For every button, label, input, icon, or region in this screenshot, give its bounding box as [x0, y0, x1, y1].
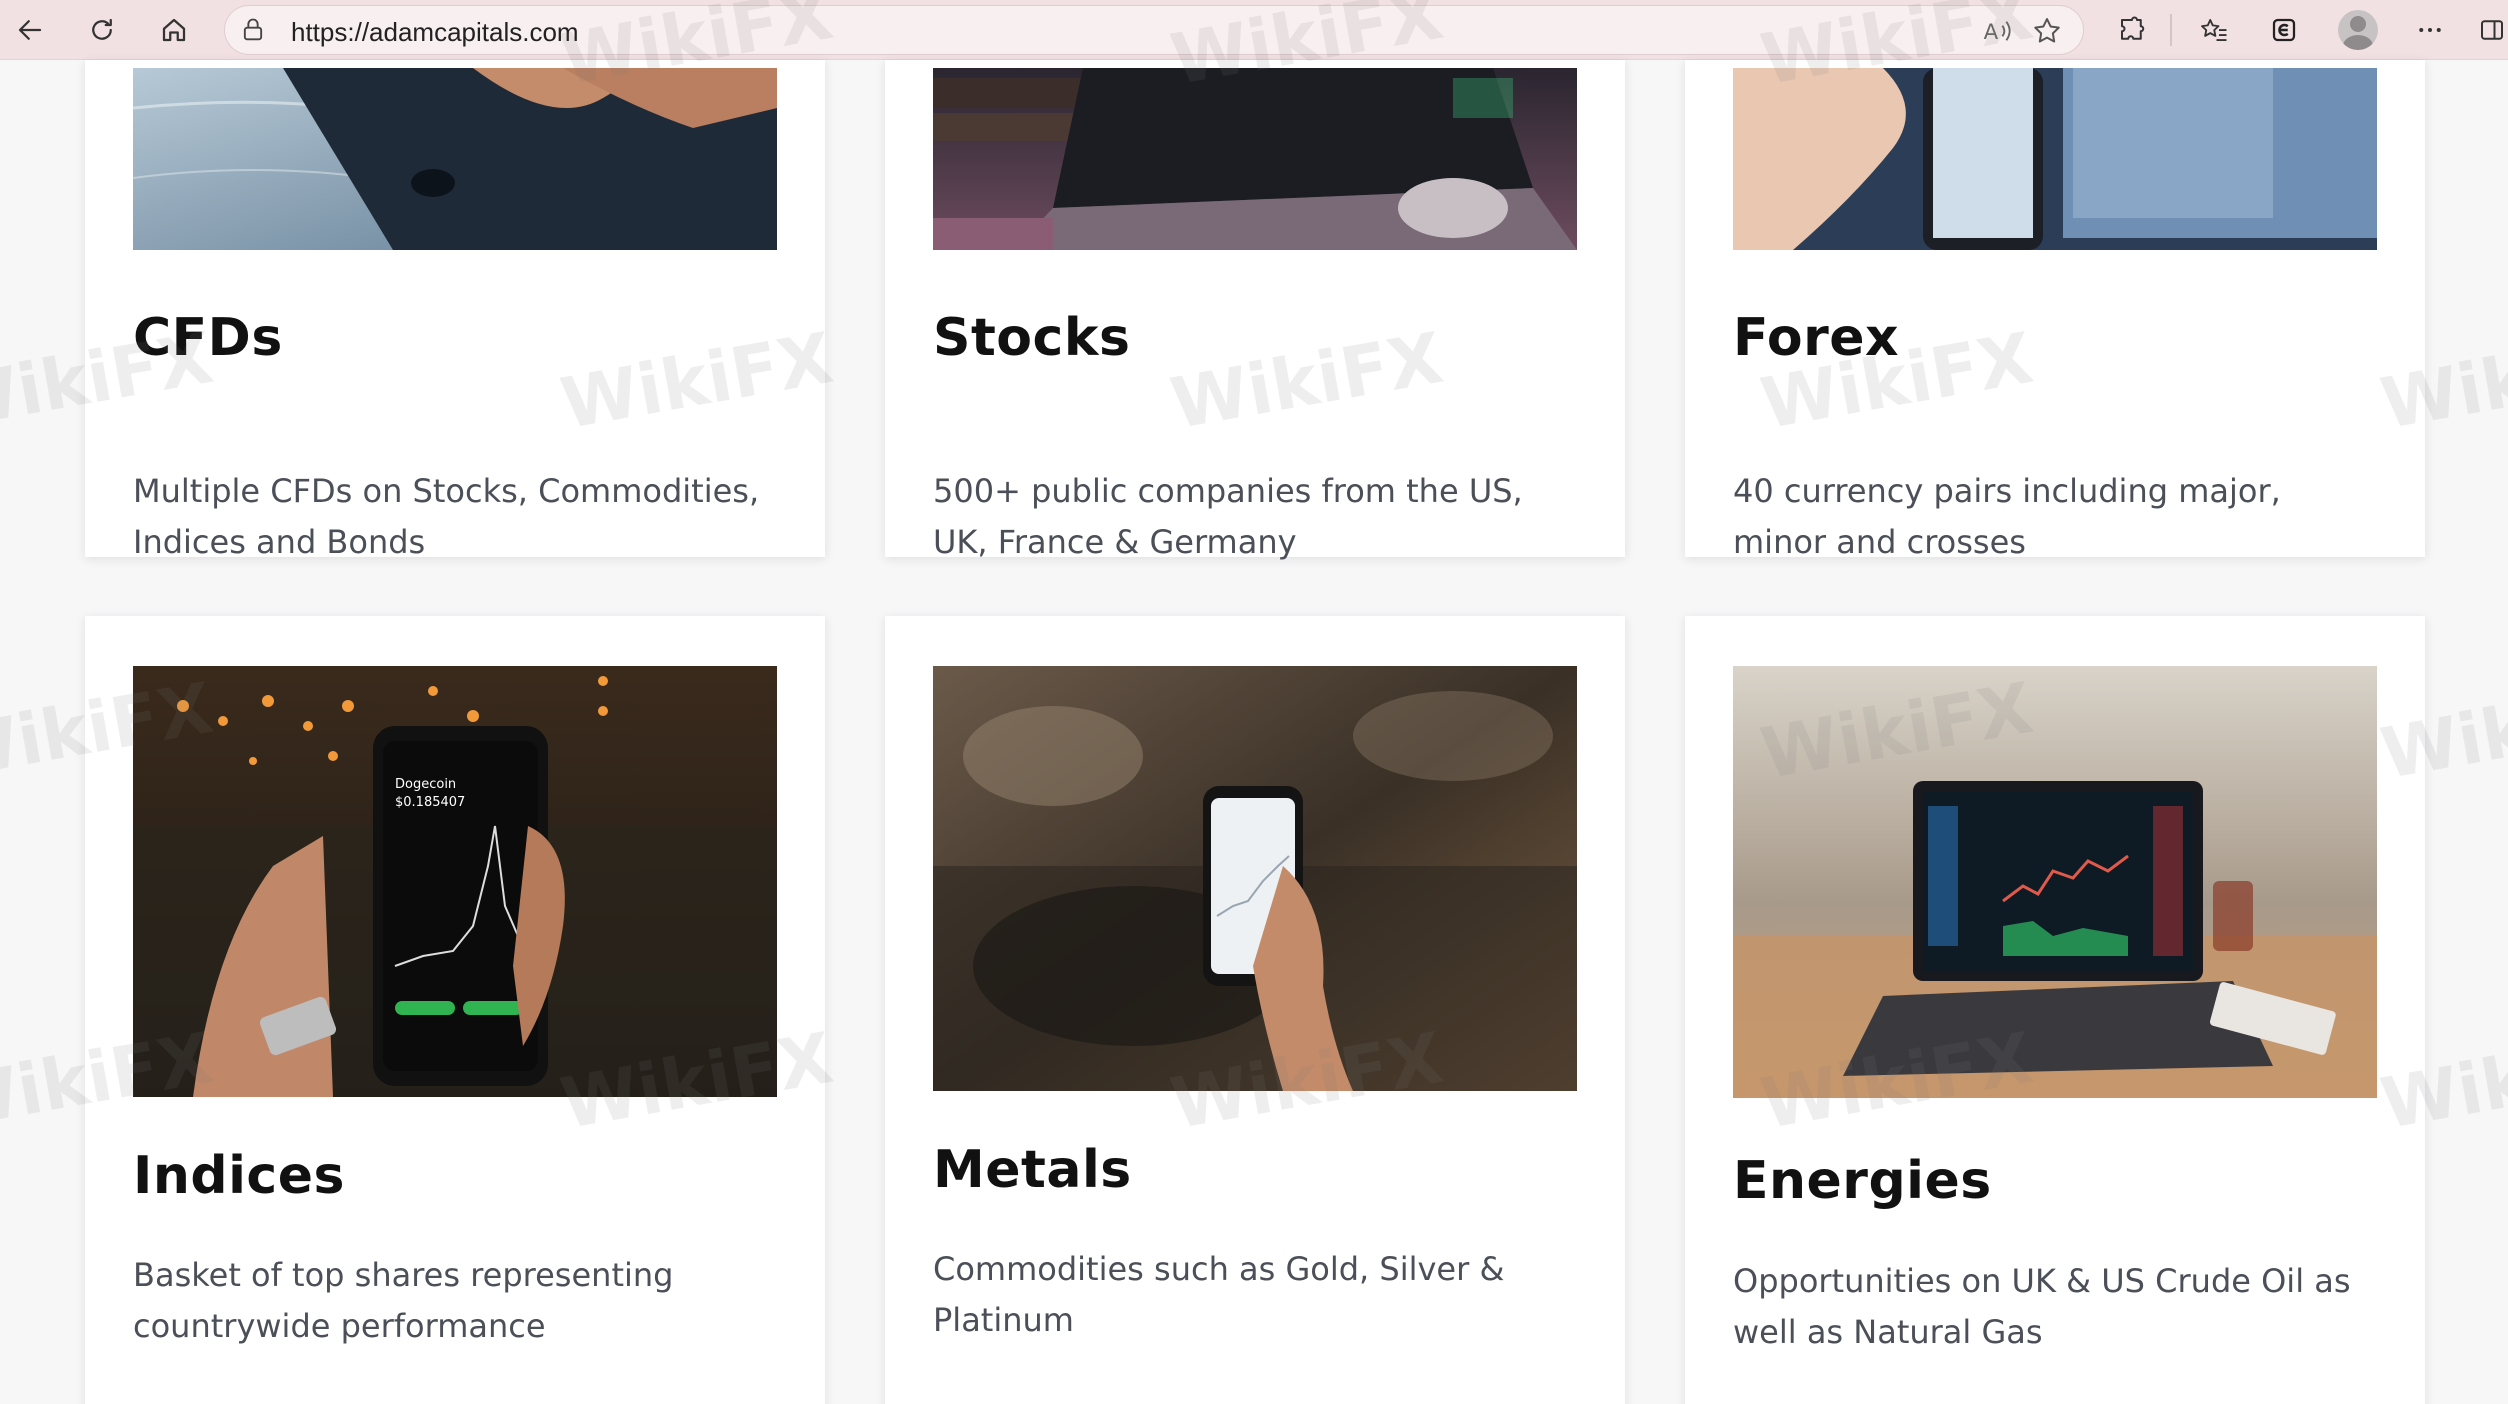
dogecoin-price: $0.185407 [395, 795, 465, 810]
card-image: Dogecoin $0.185407 [133, 666, 777, 1097]
puzzle-icon [2121, 16, 2145, 40]
back-button[interactable] [8, 8, 52, 52]
product-card-cfds[interactable]: CFDs Multiple CFDs on Stocks, Commoditie… [85, 60, 825, 561]
card-image [133, 68, 777, 250]
hand-holding-phone-cafe-photo [933, 666, 1577, 1091]
home-icon [162, 18, 186, 42]
collections-button[interactable] [2262, 8, 2306, 52]
card-description: Commodities such as Gold, Silver & Plati… [933, 1250, 1505, 1339]
card-description: Basket of top shares representing countr… [133, 1256, 674, 1345]
card-image [1733, 666, 2377, 1098]
card-description: 40 currency pairs including major, minor… [1733, 472, 2281, 561]
card-title: Stocks [933, 308, 1131, 368]
arrow-left-icon [18, 20, 42, 40]
collections-icon [2272, 18, 2296, 42]
product-card-metals[interactable]: Metals Commodities such as Gold, Silver … [885, 616, 1625, 1404]
svg-text:A: A [1984, 20, 1999, 45]
product-card-stocks[interactable]: Stocks 500+ public companies from the US… [885, 60, 1625, 561]
browser-toolbar: https://adamcapitals.com A [0, 0, 2508, 60]
favorites-button[interactable] [2192, 8, 2236, 52]
card-image [933, 666, 1577, 1091]
extensions-button[interactable] [2110, 8, 2154, 52]
address-bar[interactable]: https://adamcapitals.com A [224, 5, 2084, 55]
lock-icon[interactable] [239, 16, 267, 44]
card-title: Energies [1733, 1151, 1992, 1211]
url-text: https://adamcapitals.com [291, 17, 579, 47]
card-description: Opportunities on UK & US Crude Oil as we… [1733, 1262, 2351, 1351]
card-title: Metals [933, 1140, 1132, 1200]
refresh-icon [92, 18, 112, 40]
profile-avatar[interactable] [2338, 10, 2378, 50]
card-image [1733, 68, 2377, 250]
sidebar-icon [2481, 20, 2503, 40]
card-description: 500+ public companies from the US, UK, F… [933, 472, 1523, 561]
card-title: Forex [1733, 308, 1900, 368]
favorite-star-icon[interactable] [2031, 15, 2063, 47]
card-title: CFDs [133, 308, 283, 368]
toolbar-divider [2170, 14, 2172, 46]
card-description: Multiple CFDs on Stocks, Commodities, In… [133, 472, 760, 561]
dogecoin-label: Dogecoin [395, 777, 456, 792]
read-aloud-icon[interactable]: A [1981, 15, 2013, 47]
product-card-energies[interactable]: Energies Opportunities on UK & US Crude … [1685, 616, 2425, 1404]
refresh-button[interactable] [80, 8, 124, 52]
favorites-list-icon [2201, 19, 2227, 41]
phone-trading-screens-photo [1733, 68, 2377, 250]
product-card-indices[interactable]: Dogecoin $0.185407 Indices Basket of top… [85, 616, 825, 1404]
hand-holding-phone-dogecoin-photo: Dogecoin $0.185407 [133, 666, 777, 1097]
laptop-trading-chart-photo [1733, 666, 2377, 1098]
card-image [933, 68, 1577, 250]
card-title: Indices [133, 1146, 345, 1206]
more-menu-button[interactable] [2408, 8, 2452, 52]
home-button[interactable] [152, 8, 196, 52]
product-card-forex[interactable]: Forex 40 currency pairs including major,… [1685, 60, 2425, 561]
laptop-and-books-photo [933, 68, 1577, 250]
sidebar-toggle-button[interactable] [2470, 8, 2508, 52]
ellipsis-icon [2419, 28, 2441, 32]
tablet-on-marble-photo [133, 68, 777, 250]
